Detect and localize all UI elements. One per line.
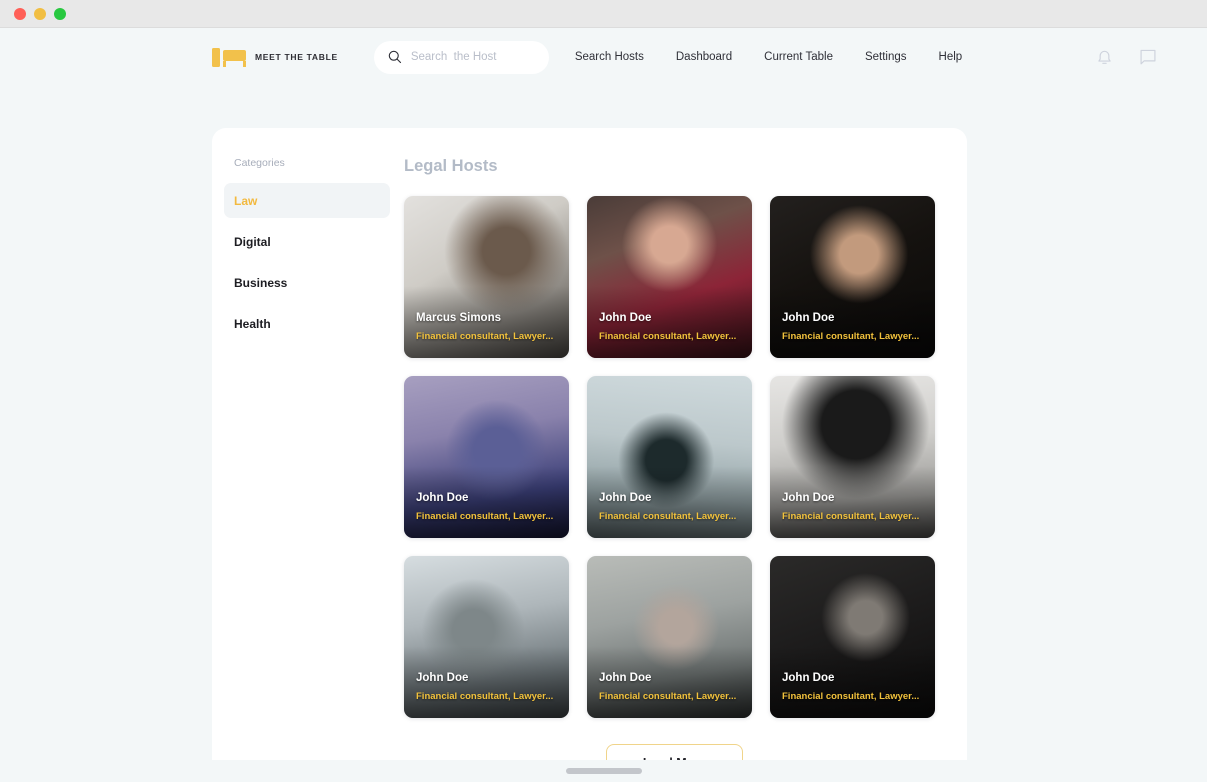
host-role: Financial consultant, Lawyer... xyxy=(599,331,737,342)
chat-icon[interactable] xyxy=(1139,48,1157,66)
host-role: Financial consultant, Lawyer... xyxy=(782,331,920,342)
host-card-grid: Marcus Simons Financial consultant, Lawy… xyxy=(404,196,945,718)
main-panel: Categories Law Digital Business Health L… xyxy=(212,128,967,782)
host-card[interactable]: John Doe Financial consultant, Lawyer... xyxy=(587,556,752,718)
nav-link-settings[interactable]: Settings xyxy=(865,51,907,63)
host-role: Financial consultant, Lawyer... xyxy=(599,691,737,702)
nav-icon-group xyxy=(1096,48,1157,66)
host-card[interactable]: John Doe Financial consultant, Lawyer... xyxy=(770,376,935,538)
search-input[interactable] xyxy=(410,51,535,63)
nav-link-dashboard[interactable]: Dashboard xyxy=(676,51,732,63)
host-card[interactable]: John Doe Financial consultant, Lawyer... xyxy=(770,556,935,718)
sidebar-item-law[interactable]: Law xyxy=(224,183,390,218)
window-titlebar xyxy=(0,0,1207,28)
content-area: Legal Hosts Marcus Simons Financial cons… xyxy=(402,148,967,782)
host-card[interactable]: John Doe Financial consultant, Lawyer... xyxy=(587,376,752,538)
table-logo-icon xyxy=(212,47,246,67)
host-card[interactable]: John Doe Financial consultant, Lawyer... xyxy=(587,196,752,358)
host-card-body: John Doe Financial consultant, Lawyer... xyxy=(782,492,925,522)
window-minimize-button[interactable] xyxy=(34,7,46,20)
host-card[interactable]: John Doe Financial consultant, Lawyer... xyxy=(404,556,569,718)
sidebar-title: Categories xyxy=(234,157,285,169)
window-maximize-button[interactable] xyxy=(54,7,66,20)
sidebar: Categories Law Digital Business Health xyxy=(212,148,402,780)
host-card[interactable]: John Doe Financial consultant, Lawyer... xyxy=(404,376,569,538)
sidebar-item-health[interactable]: Health xyxy=(224,306,390,341)
host-role: Financial consultant, Lawyer... xyxy=(782,511,920,522)
bell-icon[interactable] xyxy=(1096,48,1113,66)
nav-link-current-table[interactable]: Current Table xyxy=(764,51,833,63)
brand-logo[interactable]: MEET THE TABLE xyxy=(212,47,338,67)
host-name: John Doe xyxy=(599,672,652,684)
host-name: John Doe xyxy=(599,312,652,324)
host-card[interactable]: Marcus Simons Financial consultant, Lawy… xyxy=(404,196,569,358)
host-card-body: John Doe Financial consultant, Lawyer... xyxy=(599,492,742,522)
host-name: John Doe xyxy=(599,492,652,504)
host-role: Financial consultant, Lawyer... xyxy=(416,691,554,702)
host-name: Marcus Simons xyxy=(416,312,501,324)
host-card-body: John Doe Financial consultant, Lawyer... xyxy=(782,312,925,342)
host-card-body: John Doe Financial consultant, Lawyer... xyxy=(599,672,742,702)
host-name: John Doe xyxy=(416,672,469,684)
host-role: Financial consultant, Lawyer... xyxy=(599,511,737,522)
page-title: Legal Hosts xyxy=(404,157,498,175)
host-name: John Doe xyxy=(782,312,835,324)
host-card-body: John Doe Financial consultant, Lawyer... xyxy=(416,492,559,522)
host-name: John Doe xyxy=(416,492,469,504)
sidebar-item-digital[interactable]: Digital xyxy=(224,224,390,259)
host-name: John Doe xyxy=(782,672,835,684)
brand-name: MEET THE TABLE xyxy=(255,52,338,62)
nav-links: Search Hosts Dashboard Current Table Set… xyxy=(575,51,1096,63)
search-icon xyxy=(388,50,402,64)
host-card-body: Marcus Simons Financial consultant, Lawy… xyxy=(416,312,559,342)
search-box[interactable] xyxy=(373,40,549,74)
host-card-body: John Doe Financial consultant, Lawyer... xyxy=(782,672,925,702)
nav-link-help[interactable]: Help xyxy=(939,51,963,63)
bottom-scrollbar-area xyxy=(0,760,1207,782)
host-card-body: John Doe Financial consultant, Lawyer... xyxy=(599,312,742,342)
host-role: Financial consultant, Lawyer... xyxy=(416,511,554,522)
host-card[interactable]: John Doe Financial consultant, Lawyer... xyxy=(770,196,935,358)
nav-link-search-hosts[interactable]: Search Hosts xyxy=(575,51,644,63)
host-role: Financial consultant, Lawyer... xyxy=(782,691,920,702)
horizontal-scrollbar-thumb[interactable] xyxy=(565,768,642,774)
host-role: Financial consultant, Lawyer... xyxy=(416,331,554,342)
top-navigation-bar: MEET THE TABLE Search Hosts Dashboard Cu… xyxy=(0,28,1207,86)
page-canvas: MEET THE TABLE Search Hosts Dashboard Cu… xyxy=(0,28,1207,782)
window-close-button[interactable] xyxy=(14,7,26,20)
sidebar-item-business[interactable]: Business xyxy=(224,265,390,300)
host-name: John Doe xyxy=(782,492,835,504)
host-card-body: John Doe Financial consultant, Lawyer... xyxy=(416,672,559,702)
